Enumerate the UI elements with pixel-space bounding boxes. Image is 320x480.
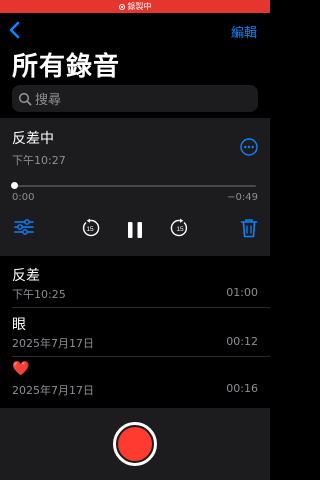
recording-duration: 00:12 xyxy=(226,335,258,348)
search-icon xyxy=(18,92,32,106)
recording-name: 眼 xyxy=(12,317,26,333)
navigation-bar: 編輯 xyxy=(0,18,270,42)
list-item[interactable]: 反差 下午10:25 01:00 xyxy=(0,262,270,308)
record-toolbar xyxy=(0,408,270,480)
elapsed-time: 0:00 xyxy=(12,192,35,203)
recording-status-bar[interactable]: 錄製中 xyxy=(0,0,270,13)
recording-name: ❤️ xyxy=(12,361,30,377)
list-item[interactable]: 眼 2025年7月17日 00:12 xyxy=(0,311,270,357)
skip-back-15-icon[interactable]: 15 xyxy=(80,218,100,238)
skip-back-15-label: 15 xyxy=(86,226,94,233)
recording-date: 下午10:25 xyxy=(12,288,66,301)
active-recording-panel: 反差中 下午10:27 0:00 −0:49 15 15 xyxy=(0,118,270,256)
recording-date: 2025年7月17日 xyxy=(12,337,94,350)
trash-icon[interactable] xyxy=(240,218,258,238)
more-icon[interactable] xyxy=(240,138,258,156)
skip-forward-15-icon[interactable]: 15 xyxy=(170,218,190,238)
divider xyxy=(12,356,270,357)
recording-name: 反差 xyxy=(12,268,40,284)
playback-scrubber[interactable] xyxy=(11,182,256,189)
divider xyxy=(12,307,270,308)
recording-status-label: 錄製中 xyxy=(127,2,152,11)
recording-date: 2025年7月17日 xyxy=(12,384,94,397)
recording-duration: 01:00 xyxy=(226,286,258,299)
list-item[interactable]: ❤️ 2025年7月17日 00:16 xyxy=(0,358,270,404)
recording-dot-icon xyxy=(118,3,125,10)
search-placeholder: 搜尋 xyxy=(35,93,62,108)
scrubber-knob[interactable] xyxy=(11,182,18,189)
remaining-time: −0:49 xyxy=(227,192,258,203)
search-field[interactable]: 搜尋 xyxy=(12,85,258,112)
settings-sliders-icon[interactable] xyxy=(13,218,35,236)
edit-button[interactable]: 編輯 xyxy=(231,22,257,41)
recording-duration: 00:16 xyxy=(226,382,258,395)
page-title: 所有錄音 xyxy=(12,52,121,82)
back-chevron-icon[interactable] xyxy=(6,20,24,40)
record-icon xyxy=(118,427,152,461)
record-button[interactable] xyxy=(113,422,157,466)
active-recording-time: 下午10:27 xyxy=(12,154,66,167)
active-recording-name[interactable]: 反差中 xyxy=(12,128,54,148)
pause-icon[interactable] xyxy=(126,221,144,239)
skip-forward-15-label: 15 xyxy=(176,226,184,233)
